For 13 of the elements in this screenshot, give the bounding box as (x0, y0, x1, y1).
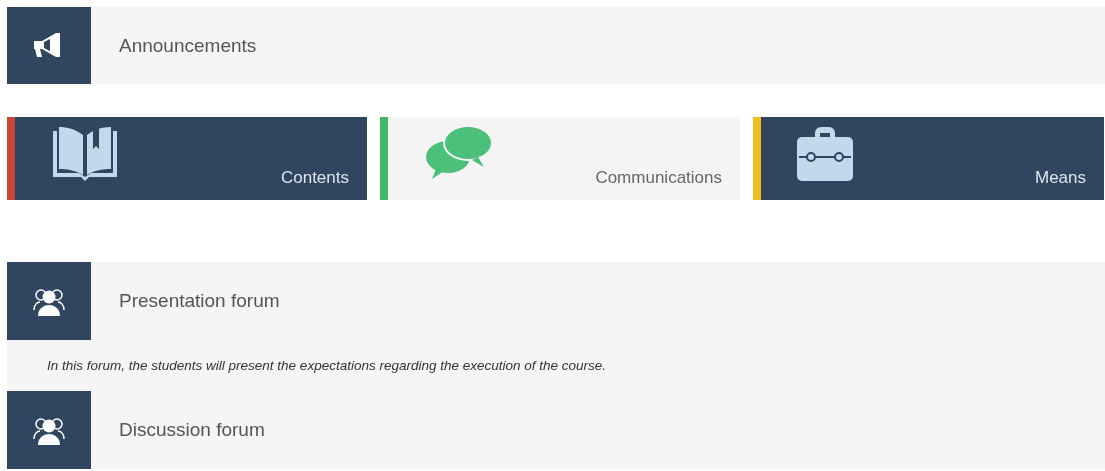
group-icon (7, 391, 91, 469)
forum-description: In this forum, the students will present the expectations regarding the execution of the course. (7, 340, 1105, 391)
megaphone-icon (7, 7, 91, 84)
forum-link[interactable]: Discussion forum (7, 391, 1105, 469)
tile-label: Contents (280, 168, 349, 188)
category-tile[interactable]: Contents (7, 117, 367, 200)
group-icon (7, 262, 91, 340)
forum-link[interactable]: Presentation forum (7, 262, 1105, 340)
category-tile[interactable]: Communications (380, 117, 740, 200)
tile-label: Means (1034, 168, 1086, 188)
announcements-link[interactable]: Announcements (7, 7, 1105, 84)
tile-label: Communications (595, 168, 722, 188)
category-tile[interactable]: Means (753, 117, 1104, 200)
